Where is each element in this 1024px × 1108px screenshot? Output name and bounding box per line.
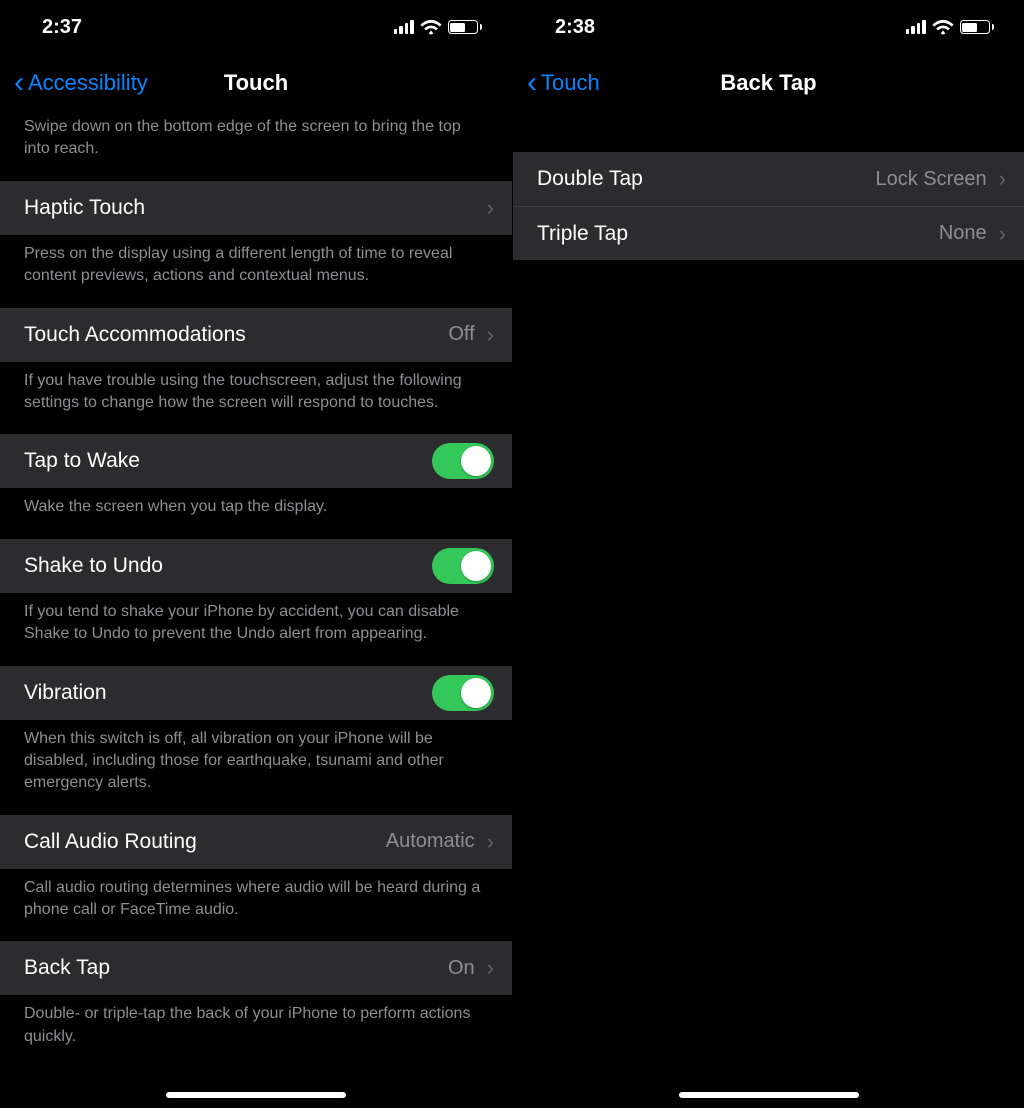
status-time: 2:38 [555, 16, 595, 39]
cell-triple-tap[interactable]: Triple Tap None › [513, 206, 1024, 260]
chevron-left-icon: ‹ [527, 68, 537, 98]
back-button[interactable]: ‹ Accessibility [0, 68, 148, 98]
chevron-right-icon: › [487, 195, 494, 221]
toggle-tap-to-wake[interactable] [432, 443, 494, 479]
battery-icon [448, 20, 483, 34]
chevron-right-icon: › [487, 955, 494, 981]
nav-bar: ‹ Accessibility Touch [0, 54, 512, 112]
cell-haptic-touch[interactable]: Haptic Touch › [0, 181, 512, 235]
wifi-icon [420, 19, 442, 35]
chevron-left-icon: ‹ [14, 68, 24, 98]
cell-label: Shake to Undo [24, 554, 163, 578]
cell-touch-accommodations[interactable]: Touch Accommodations Off › [0, 308, 512, 362]
touch-accom-footer: If you have trouble using the touchscree… [0, 362, 512, 435]
cell-label: Back Tap [24, 956, 110, 980]
cell-label: Call Audio Routing [24, 830, 197, 854]
chevron-right-icon: › [487, 322, 494, 348]
back-label: Touch [541, 70, 600, 96]
back-button[interactable]: ‹ Touch [513, 68, 600, 98]
shake-footer: If you tend to shake your iPhone by acci… [0, 593, 512, 666]
home-indicator[interactable] [679, 1092, 859, 1098]
cell-back-tap[interactable]: Back Tap On › [0, 941, 512, 995]
battery-icon [960, 20, 995, 34]
nav-bar: ‹ Touch Back Tap [513, 54, 1024, 112]
chevron-right-icon: › [999, 166, 1006, 192]
cell-label: Touch Accommodations [24, 323, 246, 347]
screen-touch-settings: 2:37 ‹ Accessibility Touch Swipe down on… [0, 0, 512, 1108]
home-indicator[interactable] [166, 1092, 346, 1098]
cellular-icon [394, 20, 414, 34]
cell-vibration: Vibration [0, 666, 512, 720]
cell-value: Automatic [386, 830, 475, 853]
wifi-icon [932, 19, 954, 35]
toggle-vibration[interactable] [432, 675, 494, 711]
vibration-footer: When this switch is off, all vibration o… [0, 720, 512, 815]
cell-label: Tap to Wake [24, 449, 140, 473]
tap-wake-footer: Wake the screen when you tap the display… [0, 488, 512, 538]
cell-value: Off [448, 323, 474, 346]
chevron-right-icon: › [999, 221, 1006, 247]
toggle-shake-to-undo[interactable] [432, 548, 494, 584]
cell-value: On [448, 957, 475, 980]
reachability-footer: Swipe down on the bottom edge of the scr… [0, 112, 512, 181]
cell-call-audio-routing[interactable]: Call Audio Routing Automatic › [0, 815, 512, 869]
cell-label: Haptic Touch [24, 196, 145, 220]
cell-value: Lock Screen [876, 168, 987, 191]
cell-tap-to-wake: Tap to Wake [0, 434, 512, 488]
cell-label: Vibration [24, 681, 107, 705]
cell-double-tap[interactable]: Double Tap Lock Screen › [513, 152, 1024, 206]
backtap-footer: Double- or triple-tap the back of your i… [0, 995, 512, 1068]
cell-value: None [939, 222, 987, 245]
cellular-icon [906, 20, 926, 34]
cell-shake-to-undo: Shake to Undo [0, 539, 512, 593]
car-footer: Call audio routing determines where audi… [0, 869, 512, 942]
haptic-footer: Press on the display using a different l… [0, 235, 512, 308]
status-bar: 2:38 [513, 0, 1024, 54]
status-bar: 2:37 [0, 0, 512, 54]
chevron-right-icon: › [487, 829, 494, 855]
screen-back-tap-settings: 2:38 ‹ Touch Back Tap Double Tap Lock Sc… [512, 0, 1024, 1108]
status-time: 2:37 [42, 16, 82, 39]
cell-label: Triple Tap [537, 222, 628, 246]
back-label: Accessibility [28, 70, 148, 96]
cell-label: Double Tap [537, 167, 643, 191]
